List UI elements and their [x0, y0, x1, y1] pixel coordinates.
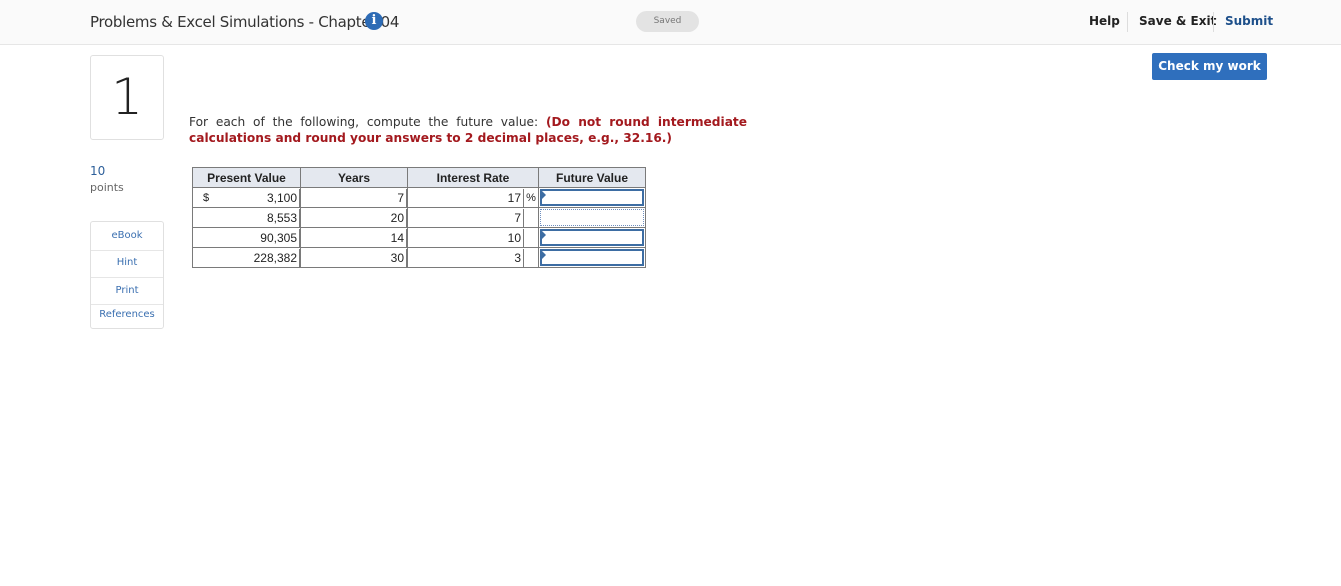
future-value-input[interactable] [540, 229, 644, 246]
divider [91, 250, 163, 251]
future-value-input[interactable] [540, 189, 644, 206]
table-row: 228,382 30 3 [192, 247, 646, 268]
top-bar: Problems & Excel Simulations - Chapter 0… [0, 0, 1341, 45]
present-value-cell: 228,382 [217, 248, 300, 267]
years-cell: 14 [301, 228, 407, 247]
table-row: $ 3,100 7 17 % [192, 187, 646, 208]
present-value-cell: 8,553 [217, 208, 300, 227]
references-link[interactable]: References [91, 309, 163, 320]
cell-marker-icon [542, 191, 546, 199]
info-circle-icon[interactable]: i [365, 12, 383, 30]
present-value-cell: 90,305 [217, 228, 300, 247]
percent-symbol: % [526, 191, 536, 204]
tools-panel: eBook Hint Print References [90, 221, 164, 329]
header-present-value: Present Value [192, 167, 301, 188]
help-link[interactable]: Help [1089, 14, 1120, 28]
years-cell: 20 [301, 208, 407, 227]
question-instructions: For each of the following, compute the f… [189, 114, 747, 146]
future-value-input[interactable] [540, 249, 644, 266]
cell-marker-icon [542, 251, 546, 259]
saved-status-badge: Saved [636, 11, 699, 32]
header-future-value: Future Value [538, 167, 646, 188]
divider [1213, 12, 1214, 32]
submit-link[interactable]: Submit [1225, 14, 1273, 28]
interest-rate-cell: 3 [408, 248, 524, 267]
present-value-cell: 3,100 [217, 188, 300, 207]
interest-rate-cell: 7 [408, 208, 524, 227]
header-interest-rate: Interest Rate [407, 167, 539, 188]
years-cell: 7 [301, 188, 407, 207]
cell-marker-icon [542, 231, 546, 239]
hint-link[interactable]: Hint [91, 257, 163, 268]
years-cell: 30 [301, 248, 407, 267]
question-number-box: 1 [90, 55, 164, 140]
currency-symbol: $ [203, 191, 210, 204]
header-years: Years [300, 167, 408, 188]
points-label: points [90, 181, 124, 194]
future-value-input[interactable] [540, 209, 644, 226]
future-value-table: Present Value Years Interest Rate Future… [192, 167, 646, 268]
instruction-text: For each of the following, compute the f… [189, 115, 539, 129]
save-exit-link[interactable]: Save & Exit [1139, 14, 1216, 28]
question-number: 1 [111, 68, 143, 126]
assignment-title: Problems & Excel Simulations - Chapter 0… [90, 13, 400, 31]
ebook-link[interactable]: eBook [91, 230, 163, 241]
check-my-work-button[interactable]: Check my work [1152, 53, 1267, 80]
divider [91, 304, 163, 305]
print-link[interactable]: Print [91, 285, 163, 296]
interest-rate-cell: 10 [408, 228, 524, 247]
points-value: 10 [90, 164, 106, 178]
table-row: 90,305 14 10 [192, 227, 646, 248]
table-header-row: Present Value Years Interest Rate Future… [192, 167, 646, 188]
divider [91, 277, 163, 278]
table-row: 8,553 20 7 [192, 207, 646, 228]
divider [1127, 12, 1128, 32]
interest-rate-cell: 17 [408, 188, 524, 207]
